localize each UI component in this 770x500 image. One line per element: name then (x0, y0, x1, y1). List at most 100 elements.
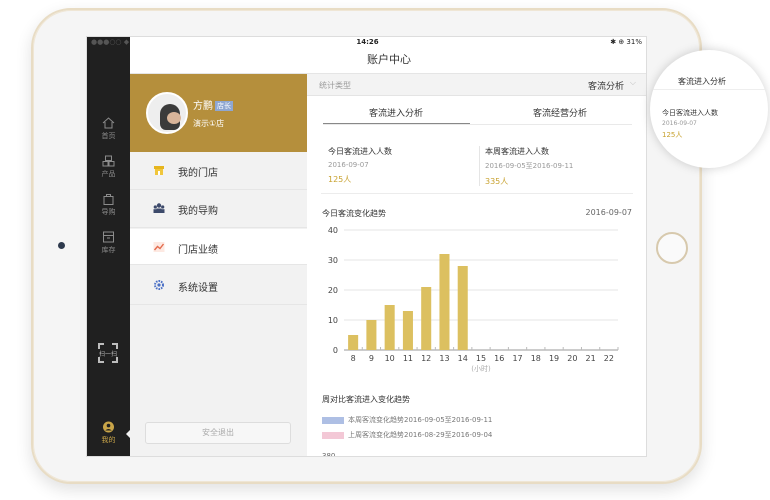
zoom-stat-date: 2016-09-07 (662, 120, 697, 127)
stat-date: 2016-09-05至2016-09-11 (485, 162, 574, 170)
x-axis-label: (小时) (471, 364, 491, 373)
x-tick-label: 8 (351, 354, 356, 363)
page-title: 账户中心 (130, 48, 646, 74)
x-tick-label: 21 (586, 354, 596, 363)
profile-card[interactable]: 方鹏 店长 演示①店 (130, 74, 307, 152)
bar (348, 335, 359, 350)
grid-icon (102, 155, 115, 167)
box-icon (103, 231, 114, 243)
x-tick-label: 17 (512, 354, 522, 363)
bar (402, 311, 413, 350)
x-tick-label: 16 (494, 354, 504, 363)
menu-label: 系统设置 (178, 283, 218, 294)
profile-store: 演示①店 (193, 119, 225, 128)
zoom-stat-value: 125人 (662, 131, 683, 139)
rail-item-home[interactable]: 首页 (87, 117, 130, 141)
chart-date: 2016-09-07 (585, 208, 633, 217)
section-divider (321, 193, 633, 194)
stat-value: 125人 (328, 175, 352, 184)
menu-item-system-settings[interactable]: 系统设置 (130, 267, 307, 305)
x-tick-label: 15 (476, 354, 486, 363)
stat-divider (479, 146, 480, 186)
chevron-down-icon: ⌵ (629, 78, 636, 87)
analytics-panel: 统计类型 客流分析 ⌵ 客流进入分析 客流经营分析 今日客流进入人数 2016-… (307, 74, 646, 456)
zoom-stat-title: 今日客流进入人数 (662, 109, 718, 117)
people-icon (153, 203, 165, 213)
legend-last-week: 上周客流变化趋势2016-08-29至2016-09-04 (322, 430, 492, 440)
stat-today: 今日客流进入人数 2016-09-07 125人 (328, 146, 392, 198)
menu-item-store-performance[interactable]: 门店业绩 (130, 229, 307, 265)
x-tick-label: 10 (385, 354, 395, 363)
legend-label: 上周客流变化趋势2016-08-29至2016-09-04 (348, 431, 493, 439)
bar (384, 305, 395, 350)
y-tick-label: 40 (328, 226, 338, 235)
zoom-callout: 客流进入分析 今日客流进入人数 2016-09-07 125人 (650, 50, 768, 168)
tab-divider (323, 124, 632, 125)
bar (457, 266, 468, 350)
home-button[interactable] (656, 232, 688, 264)
x-tick-label: 13 (439, 354, 449, 363)
profile-name: 方鹏 (193, 101, 213, 112)
x-tick-label: 14 (458, 354, 468, 363)
user-icon (103, 421, 114, 433)
menu-label: 我的导购 (178, 206, 218, 217)
rail-item-products[interactable]: 产品 (87, 155, 130, 179)
bar (439, 254, 450, 350)
tab-traffic-operations[interactable]: 客流经营分析 (485, 106, 635, 119)
traffic-bar-chart: 0 10 20 30 40 8 9 10 11 12 13 14 15 16 17 18 19 20 21 22 (小时… (328, 226, 619, 373)
battery-indicator: ✱ ⊕ 31% (610, 38, 642, 46)
menu-label: 我的门店 (178, 168, 218, 179)
x-tick-label: 12 (421, 354, 431, 363)
chart-title: 今日客流变化趋势 (322, 209, 386, 218)
stat-date: 2016-09-07 (328, 161, 369, 169)
stat-type-selector[interactable]: 统计类型 客流分析 ⌵ (307, 74, 646, 96)
rail-item-inventory[interactable]: 库存 (87, 231, 130, 255)
x-tick-label: 20 (567, 354, 577, 363)
y-tick-label: 20 (328, 286, 338, 295)
stat-title: 本周客流进入人数 (485, 147, 549, 156)
chart-icon (153, 242, 165, 252)
side-rail: 首页 产品 导购 库存 扫一扫 我的 (87, 37, 130, 456)
y-tick-label: 30 (328, 256, 338, 265)
logout-button[interactable]: 安全退出 (145, 422, 291, 444)
camera-dot (58, 242, 65, 249)
legend-swatch (322, 416, 344, 424)
y-tick-label: 10 (328, 316, 338, 325)
menu-item-my-guides[interactable]: 我的导购 (130, 190, 307, 228)
x-tick-label: 9 (369, 354, 374, 363)
rail-item-me[interactable]: 我的 (87, 421, 130, 445)
stat-title: 今日客流进入人数 (328, 147, 392, 156)
x-tick-label: 11 (403, 354, 413, 363)
tab-traffic-entry[interactable]: 客流进入分析 (321, 106, 471, 119)
legend-swatch (322, 431, 344, 439)
rail-label: 首页 (101, 132, 116, 140)
menu-label: 门店业绩 (178, 245, 218, 256)
account-menu: 方鹏 店长 演示①店 我的门店 我的导购 门店业绩 系统设置 安全退出 (130, 74, 307, 456)
gear-icon (154, 280, 164, 290)
legend-label: 本周客流变化趋势2016-09-05至2016-09-11 (348, 416, 493, 424)
filter-label: 统计类型 (319, 81, 351, 90)
status-time: 14:26 (356, 38, 379, 46)
stat-week: 本周客流进入人数 2016-09-05至2016-09-11 335人 (485, 146, 573, 198)
compare-title: 周对比客流进入变化趋势 (322, 395, 410, 404)
rail-label: 库存 (101, 246, 116, 254)
rail-label: 产品 (101, 170, 116, 178)
rail-item-guide[interactable]: 导购 (87, 193, 130, 217)
status-bar: ●●●○○ ◆ 14:26 ✱ ⊕ 31% (87, 37, 646, 48)
legend-this-week: 本周客流变化趋势2016-09-05至2016-09-11 (322, 415, 492, 425)
filter-value: 客流分析 (587, 82, 624, 92)
zoom-tab-label: 客流进入分析 (678, 77, 726, 86)
x-tick-label: 22 (604, 354, 614, 363)
role-badge: 店长 (215, 101, 233, 111)
y-tick-label: 0 (333, 346, 338, 355)
bar (366, 320, 377, 350)
x-tick-label: 18 (531, 354, 541, 363)
scan-label: 扫一扫 (98, 351, 117, 358)
avatar[interactable] (146, 92, 188, 134)
rail-label: 我的 (101, 436, 116, 444)
store-icon (154, 166, 164, 175)
menu-item-my-store[interactable]: 我的门店 (130, 152, 307, 190)
home-icon (102, 117, 115, 129)
bag-icon (103, 194, 114, 205)
screen: 首页 产品 导购 库存 扫一扫 我的 ●●●○○ ◆ 14:26 ✱ ⊕ 31% (86, 36, 647, 457)
